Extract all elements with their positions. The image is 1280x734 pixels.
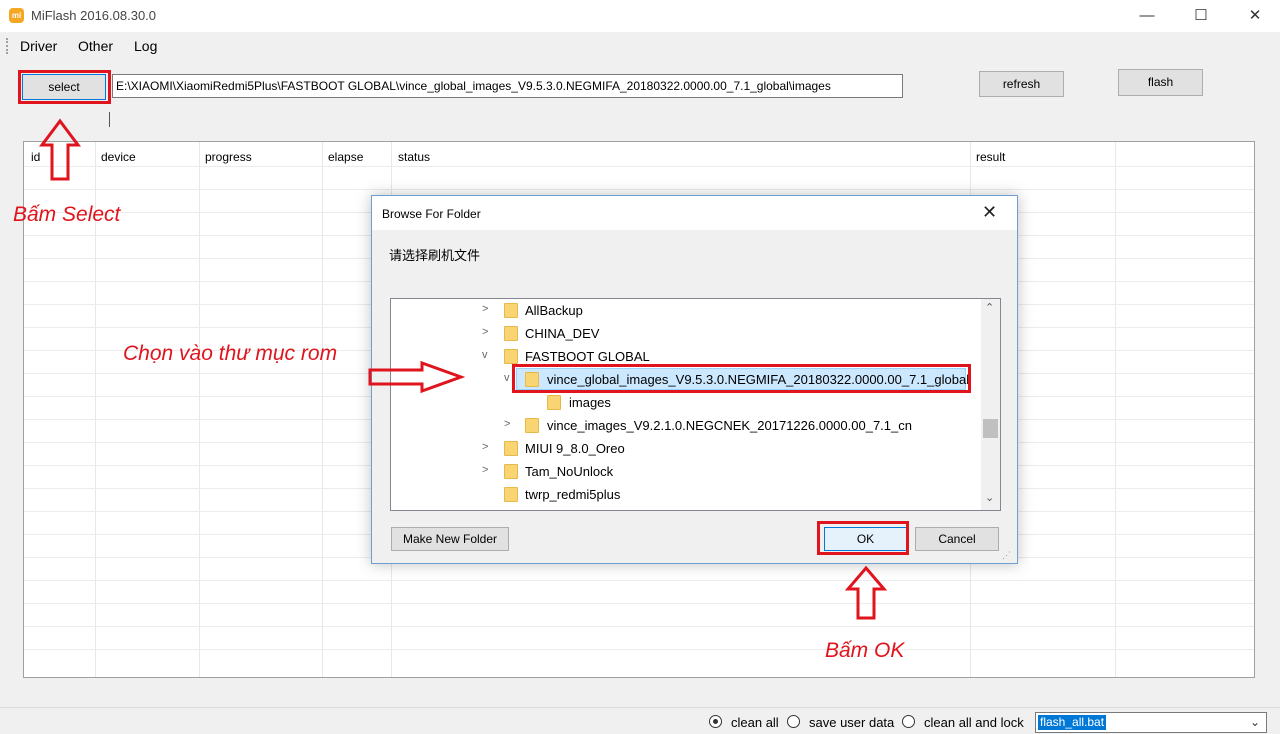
row-divider: [24, 166, 1254, 167]
tree-item-label: Tam_NoUnlock: [525, 464, 614, 479]
chevron-down-icon[interactable]: ⌄: [1250, 715, 1260, 729]
tree-item-label: images: [569, 395, 611, 410]
tree-item-tam-nounlock[interactable]: > Tam_NoUnlock: [391, 460, 981, 483]
highlight-selected-folder: [512, 364, 971, 393]
tree-item-allbackup[interactable]: > AllBackup: [391, 299, 981, 322]
text-cursor: [109, 112, 110, 127]
chevron-right-icon[interactable]: >: [482, 464, 488, 476]
chevron-down-icon[interactable]: v: [504, 372, 510, 384]
highlight-ok-button: [817, 521, 909, 555]
annotation-choose-folder: Chọn vào thư mục rom: [123, 342, 338, 365]
folder-icon: [504, 464, 518, 479]
minimize-icon[interactable]: —: [1124, 0, 1170, 32]
dialog-close-icon[interactable]: ✕: [982, 202, 997, 223]
arrow-right-icon: [368, 360, 465, 394]
tree-item-images[interactable]: images: [391, 391, 981, 414]
radio-label-clean-all[interactable]: clean all: [731, 715, 779, 730]
folder-icon: [504, 349, 518, 364]
folder-icon: [504, 303, 518, 318]
tree-item-label: vince_images_V9.2.1.0.NEGCNEK_20171226.0…: [547, 418, 912, 433]
tree-item-label: FASTBOOT GLOBAL: [525, 349, 650, 364]
tree-item-miui-oreo[interactable]: > MIUI 9_8.0_Oreo: [391, 437, 981, 460]
refresh-button[interactable]: refresh: [979, 71, 1064, 97]
column-header-status[interactable]: status: [398, 150, 430, 164]
column-divider: [1115, 142, 1116, 677]
chevron-down-icon[interactable]: v: [482, 349, 488, 361]
tree-scrollbar[interactable]: ⌃ ⌄: [981, 299, 1000, 510]
radio-label-save-user-data[interactable]: save user data: [809, 715, 894, 730]
menu-bar: [0, 33, 1280, 59]
row-divider: [24, 189, 1254, 190]
folder-icon: [504, 326, 518, 341]
radio-clean-all[interactable]: [709, 715, 722, 728]
chevron-right-icon[interactable]: >: [504, 418, 510, 430]
column-header-elapse[interactable]: elapse: [328, 150, 363, 164]
tree-item-label: AllBackup: [525, 303, 583, 318]
folder-icon: [525, 418, 539, 433]
window-title: MiFlash 2016.08.30.0: [31, 8, 157, 23]
arrow-up-icon: [845, 565, 887, 620]
column-divider: [322, 142, 323, 677]
folder-icon: [504, 441, 518, 456]
folder-tree[interactable]: > AllBackup > CHINA_DEV v FASTBOOT GLOBA…: [390, 298, 1001, 511]
scroll-down-icon[interactable]: ⌄: [985, 491, 994, 504]
chevron-right-icon[interactable]: >: [482, 326, 488, 338]
chevron-right-icon[interactable]: >: [482, 303, 488, 315]
highlight-select-button: [18, 70, 111, 104]
title-bar: [0, 0, 1280, 32]
app-logo-icon: mi: [9, 8, 24, 23]
tree-item-label: CHINA_DEV: [525, 326, 600, 341]
menu-log[interactable]: Log: [134, 38, 157, 54]
radio-save-user-data[interactable]: [787, 715, 800, 728]
folder-icon: [504, 487, 518, 502]
resize-grip-icon[interactable]: ⋰: [1002, 550, 1011, 561]
row-divider: [24, 649, 1254, 650]
scroll-thumb[interactable]: [983, 419, 998, 438]
tree-item-vince-images-cn[interactable]: > vince_images_V9.2.1.0.NEGCNEK_20171226…: [391, 414, 981, 437]
row-divider: [24, 626, 1254, 627]
close-icon[interactable]: ✕: [1232, 0, 1278, 32]
menu-driver[interactable]: Driver: [20, 38, 57, 54]
path-input[interactable]: E:\XIAOMI\XiaomiRedmi5Plus\FASTBOOT GLOB…: [112, 74, 903, 98]
scroll-up-icon[interactable]: ⌃: [985, 301, 994, 314]
tree-item-china-dev[interactable]: > CHINA_DEV: [391, 322, 981, 345]
row-divider: [24, 580, 1254, 581]
make-new-folder-button[interactable]: Make New Folder: [391, 527, 509, 551]
tree-item-twrp-redmi5plus[interactable]: twrp_redmi5plus: [391, 483, 981, 506]
column-header-result[interactable]: result: [976, 150, 1005, 164]
radio-clean-all-and-lock[interactable]: [902, 715, 915, 728]
column-header-progress[interactable]: progress: [205, 150, 252, 164]
radio-label-clean-all-and-lock[interactable]: clean all and lock: [924, 715, 1024, 730]
tree-item-label: MIUI 9_8.0_Oreo: [525, 441, 625, 456]
column-header-device[interactable]: device: [101, 150, 136, 164]
row-divider: [24, 603, 1254, 604]
arrow-up-icon: [39, 118, 81, 181]
column-divider: [199, 142, 200, 677]
menu-grip: [6, 38, 10, 54]
dialog-prompt: 请选择刷机文件: [389, 248, 481, 263]
dialog-title: Browse For Folder: [382, 207, 481, 221]
annotation-select: Bấm Select: [13, 203, 121, 226]
flash-script-value: flash_all.bat: [1038, 715, 1107, 730]
folder-icon: [547, 395, 561, 410]
tree-item-label: twrp_redmi5plus: [525, 487, 621, 502]
flash-button[interactable]: flash: [1118, 69, 1203, 96]
chevron-right-icon[interactable]: >: [482, 441, 488, 453]
flash-script-select[interactable]: flash_all.bat ⌄: [1035, 712, 1267, 733]
maximize-icon[interactable]: ☐: [1178, 0, 1224, 32]
annotation-ok: Bấm OK: [825, 639, 905, 662]
menu-other[interactable]: Other: [78, 38, 113, 54]
cancel-button[interactable]: Cancel: [915, 527, 999, 551]
